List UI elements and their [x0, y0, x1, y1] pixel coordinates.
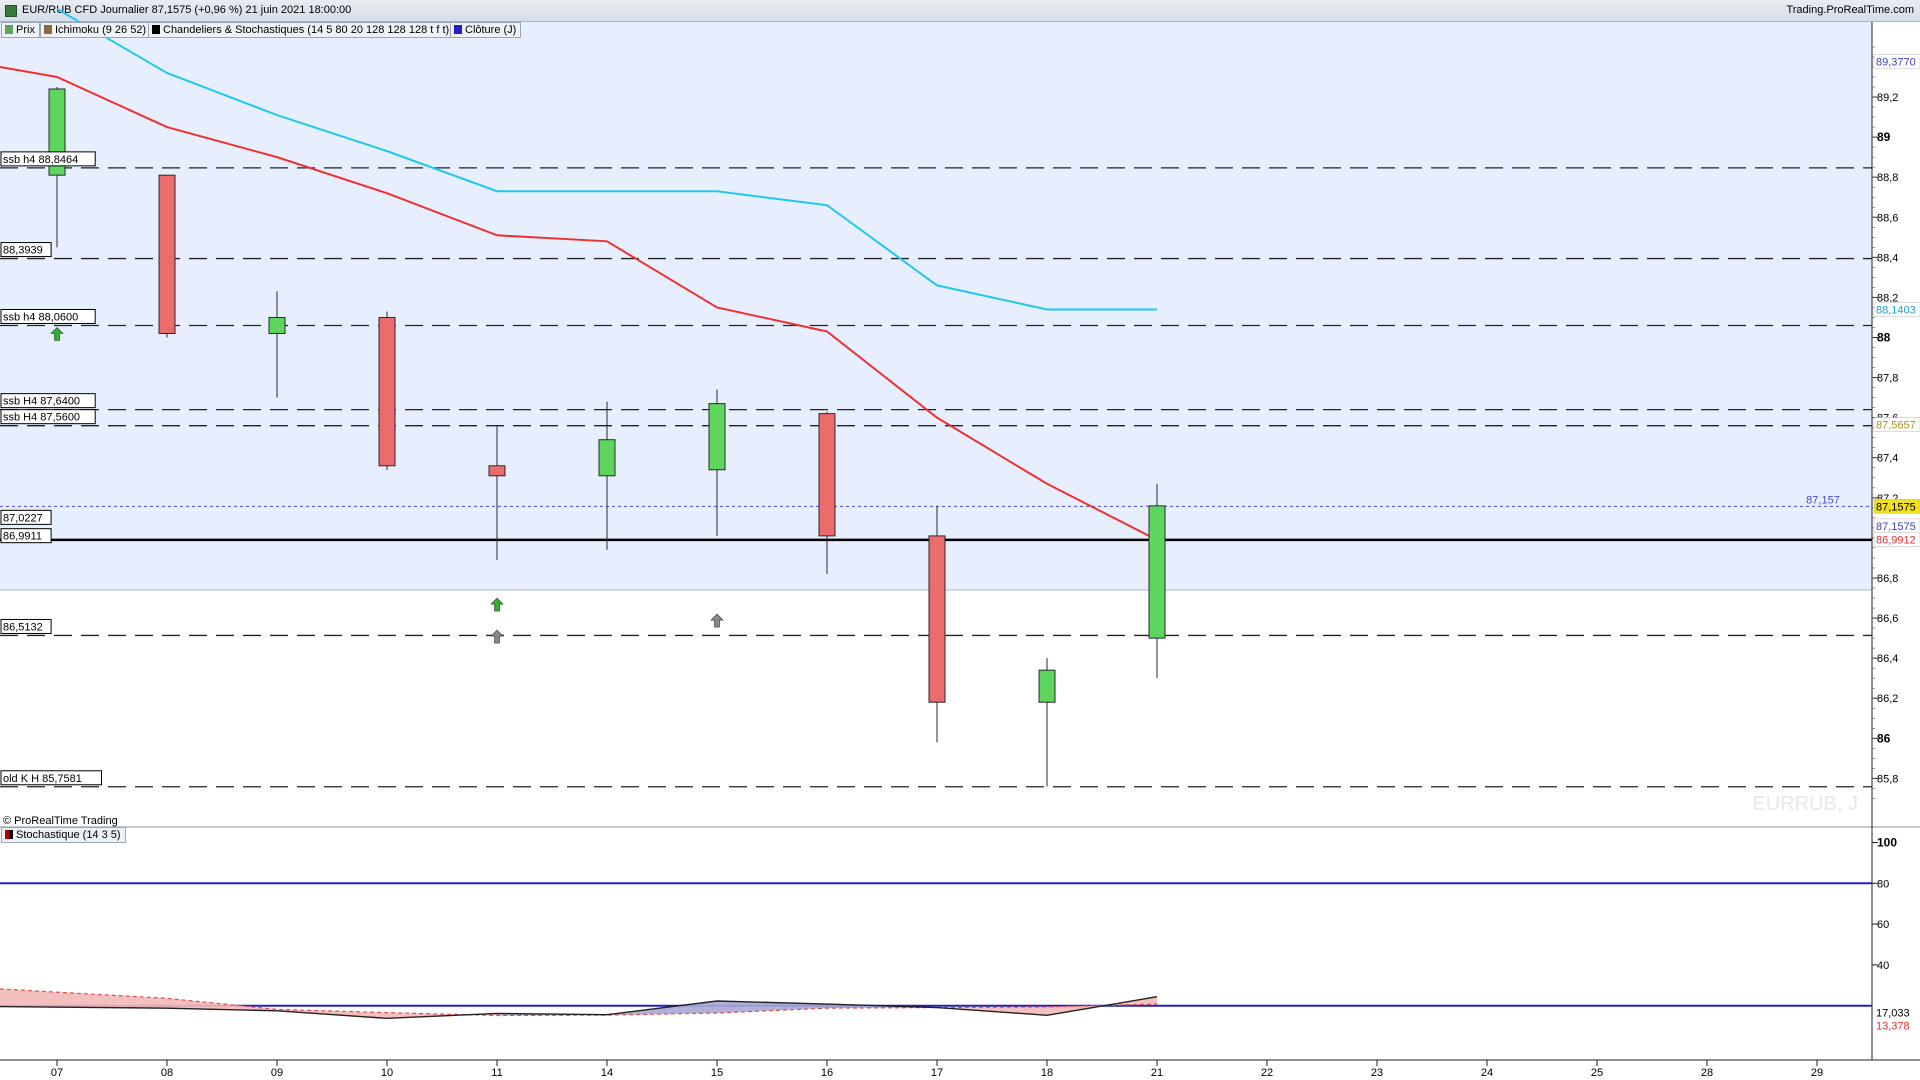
- legend-ichimoku-label: Ichimoku (9 26 52): [55, 24, 147, 36]
- x-tick-label: 15: [711, 1067, 723, 1079]
- price-chart[interactable]: 87,157 ssb h4 88,8464 88,3939 ssb h4 88,060…: [0, 0, 1920, 1080]
- price-tag: 87,1575: [1876, 521, 1916, 533]
- candle-bull: [598, 439, 616, 477]
- x-tick-label: 23: [1371, 1067, 1383, 1079]
- level-label: 86,5132: [3, 621, 43, 633]
- price-tag: 87,5657: [1876, 420, 1916, 432]
- level-label: ssb h4 88,8464: [3, 154, 78, 166]
- level-label: ssb H4 87,5600: [3, 412, 80, 424]
- level-label: ssb h4 88,0600: [3, 311, 78, 323]
- legend-prix-label: Prix: [16, 24, 35, 36]
- candle-bear: [928, 535, 946, 703]
- price-tag: 86,9912: [1876, 535, 1916, 547]
- y-tick-label: 88: [1877, 331, 1891, 345]
- y-tick-label: 86,2: [1877, 693, 1898, 705]
- stoch-d-tag: 13,378: [1876, 1021, 1910, 1033]
- signal-arrow-icon: [490, 597, 504, 612]
- candle-bull: [708, 403, 726, 471]
- stoch-fill: [0, 988, 167, 1009]
- x-tick-label: 18: [1041, 1067, 1053, 1079]
- x-tick-label: 10: [381, 1067, 393, 1079]
- level-label: old K H 85,7581: [3, 773, 82, 785]
- last-price-label: 87,157: [1806, 494, 1840, 506]
- stochastic-swatch: [5, 830, 13, 839]
- level-label: 88,3939: [3, 245, 43, 257]
- x-tick-label: 21: [1151, 1067, 1163, 1079]
- x-tick-label: 24: [1481, 1067, 1493, 1079]
- candle-bear: [818, 413, 836, 537]
- legend-prix[interactable]: Prix: [1, 22, 40, 38]
- legend-chandeliers-label: Chandeliers & Stochastiques (14 5 80 20 …: [163, 24, 450, 36]
- stoch-y-tick-label: 60: [1877, 919, 1889, 931]
- level-label: 87,0227: [3, 512, 43, 524]
- y-tick-label: 88,8: [1877, 172, 1898, 184]
- y-tick-label: 86,4: [1877, 653, 1898, 665]
- price-tag: 89,3770: [1876, 57, 1916, 69]
- level-label: 86,9911: [3, 531, 42, 543]
- x-tick-label: 16: [821, 1067, 833, 1079]
- legend-cloture[interactable]: Clôture (J): [450, 22, 522, 38]
- signal-arrow-icon: [710, 613, 724, 628]
- x-tick-label: 25: [1591, 1067, 1603, 1079]
- candle-bear: [158, 174, 176, 334]
- y-tick-label: 89,2: [1877, 92, 1898, 104]
- legend-ichimoku[interactable]: Ichimoku (9 26 52): [40, 22, 152, 38]
- x-tick-label: 28: [1701, 1067, 1713, 1079]
- y-tick-label: 86: [1877, 731, 1891, 745]
- stoch-k-tag: 17,033: [1876, 1008, 1910, 1020]
- y-tick-label: 87,8: [1877, 373, 1898, 385]
- x-tick-label: 08: [161, 1067, 173, 1079]
- stoch-y-tick-label: 80: [1877, 878, 1889, 890]
- y-tick-label: 88,6: [1877, 212, 1898, 224]
- ichimoku-cloud: [0, 22, 1872, 591]
- y-tick-label: 88,4: [1877, 252, 1898, 264]
- x-tick-label: 29: [1811, 1067, 1823, 1079]
- legend-prix-swatch: [5, 25, 13, 34]
- candle-bull: [1038, 669, 1056, 703]
- copyright: © ProRealTime Trading: [3, 815, 118, 827]
- signal-arrow-icon: [490, 629, 504, 644]
- stochastic-legend[interactable]: Stochastique (14 3 5): [1, 827, 126, 843]
- legend-ichimoku-swatch: [44, 25, 52, 34]
- price-tag: 87,1575: [1876, 501, 1916, 513]
- x-tick-label: 07: [51, 1067, 63, 1079]
- x-tick-label: 22: [1261, 1067, 1273, 1079]
- stoch-y-tick-label: 100: [1877, 836, 1897, 850]
- level-label: ssb H4 87,6400: [3, 396, 80, 408]
- x-tick-label: 14: [601, 1067, 613, 1079]
- stochastic-legend-label: Stochastique (14 3 5): [16, 829, 121, 841]
- legend-cloture-swatch: [454, 25, 462, 34]
- x-tick-label: 11: [491, 1067, 502, 1079]
- y-tick-label: 86,8: [1877, 573, 1898, 585]
- x-tick-label: 09: [271, 1067, 283, 1079]
- candle-bull: [1148, 505, 1166, 639]
- legend-cloture-label: Clôture (J): [465, 24, 517, 36]
- watermark: EURRUB, J: [1752, 793, 1858, 815]
- candle-bull: [268, 316, 286, 334]
- stoch-y-tick-label: 40: [1877, 960, 1889, 972]
- price-tag: 88,1403: [1876, 304, 1916, 316]
- legend-chandeliers-swatch: [152, 25, 160, 34]
- legend-chandeliers[interactable]: Chandeliers & Stochastiques (14 5 80 20 …: [148, 22, 455, 38]
- x-tick-label: 17: [931, 1067, 943, 1079]
- y-tick-label: 87,4: [1877, 453, 1898, 465]
- y-tick-label: 85,8: [1877, 773, 1898, 785]
- y-tick-label: 89: [1877, 130, 1891, 144]
- candle-bear: [488, 465, 506, 477]
- y-tick-label: 86,6: [1877, 613, 1898, 625]
- candle-bear: [378, 316, 396, 467]
